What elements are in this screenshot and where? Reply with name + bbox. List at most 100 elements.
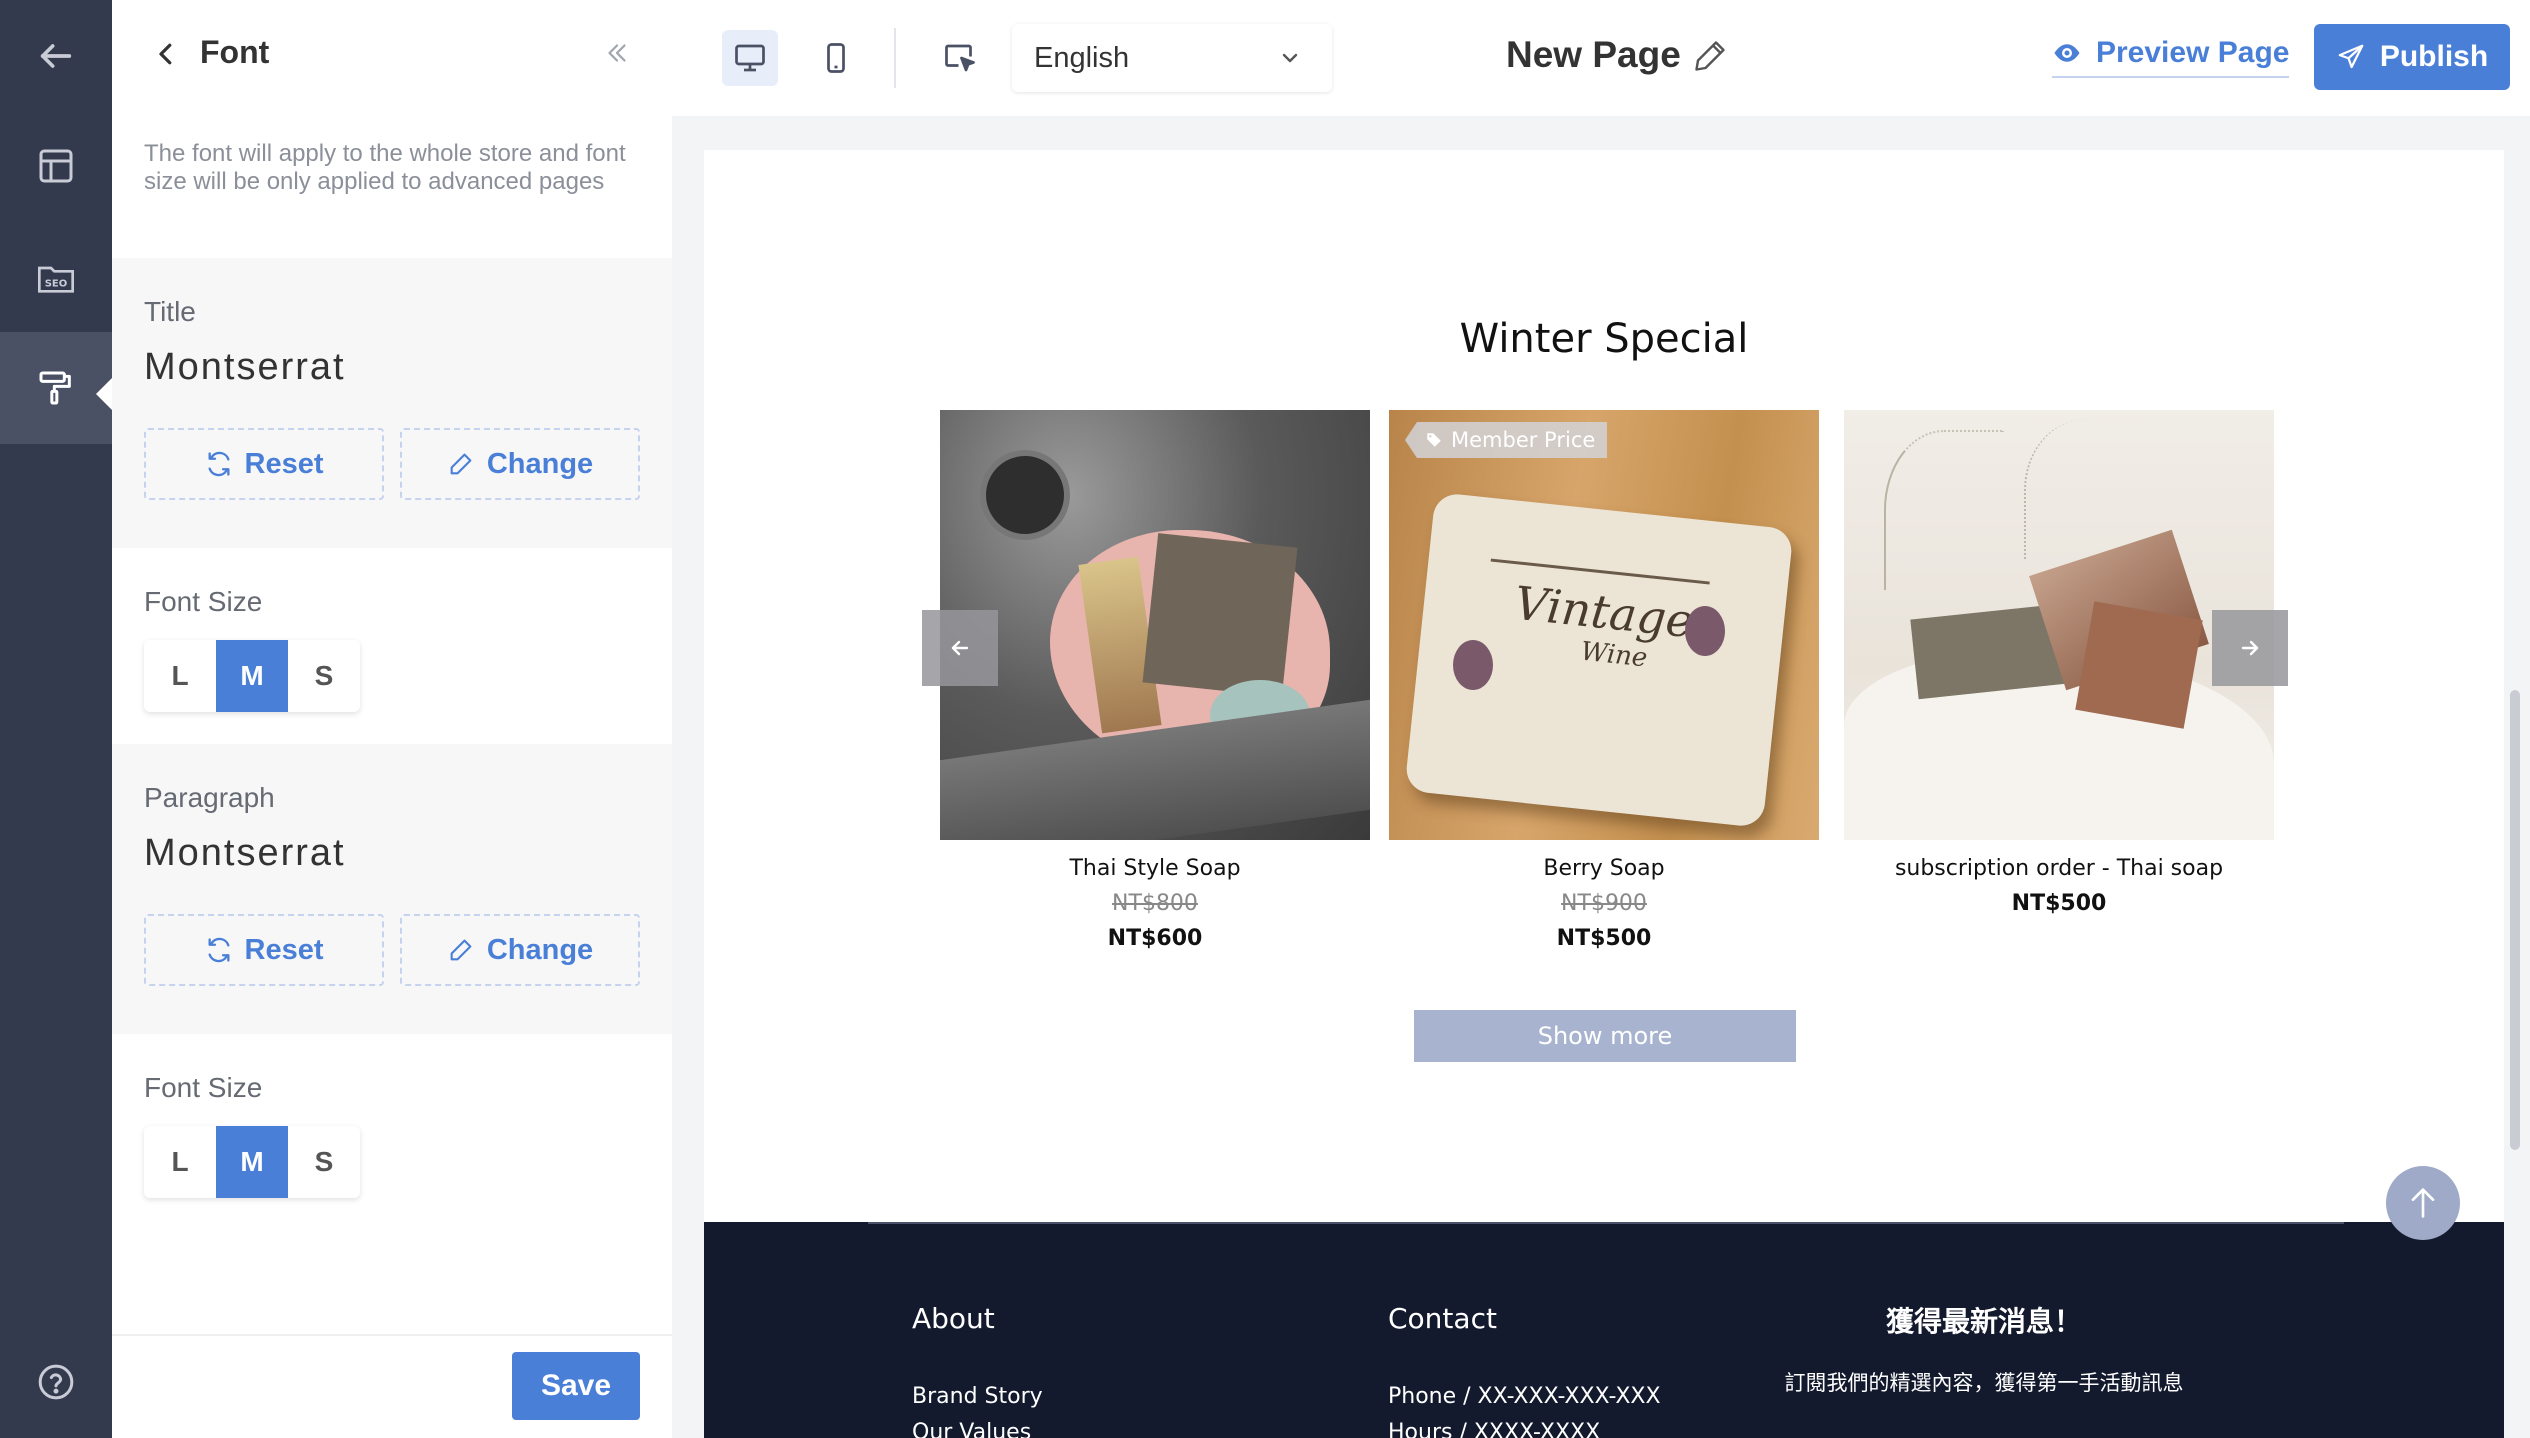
footer-contact-phone: Phone / XX-XXX-XXX-XXX: [1388, 1384, 1661, 1409]
title-reset-button[interactable]: Reset: [144, 428, 384, 500]
product-name: Berry Soap: [1543, 856, 1665, 881]
product-image[interactable]: [940, 410, 1370, 840]
scroll-to-top-button[interactable]: [2386, 1166, 2460, 1240]
active-pointer: [96, 378, 112, 410]
paragraph-reset-button[interactable]: Reset: [144, 914, 384, 986]
canvas-scrollbar[interactable]: [2510, 690, 2520, 1150]
paragraph-font-name: Montserrat: [144, 832, 346, 874]
title-change-button[interactable]: Change: [400, 428, 640, 500]
svg-text:SEO: SEO: [45, 278, 68, 289]
carousel-prev-button[interactable]: [922, 610, 998, 686]
page-name: New Page: [1506, 34, 1681, 75]
title-size-label: Font Size: [144, 586, 263, 617]
mobile-icon: [827, 43, 845, 73]
rail-seo[interactable]: SEO: [0, 222, 112, 334]
language-select[interactable]: English: [1012, 24, 1332, 92]
product-card[interactable]: subscription order - Thai soap NT$500: [1844, 410, 2274, 916]
chevron-down-icon: [1282, 53, 1298, 63]
left-rail: SEO: [0, 0, 112, 1438]
pencil-icon: [450, 453, 472, 475]
title-size-l[interactable]: L: [144, 640, 216, 712]
title-size-m[interactable]: M: [216, 640, 288, 712]
double-chevron-left-icon: [608, 44, 626, 62]
panel-footer-divider: [112, 1334, 672, 1336]
seo-folder-icon: SEO: [38, 266, 74, 293]
publish-button[interactable]: Publish: [2314, 24, 2510, 90]
store-footer: About Brand Story Our Values Contact Pho…: [704, 1222, 2504, 1438]
save-button[interactable]: Save: [512, 1352, 640, 1420]
show-more-button[interactable]: Show more: [1414, 1010, 1796, 1062]
paragraph-label: Paragraph: [144, 782, 275, 813]
title-reset-label: Reset: [244, 447, 324, 480]
footer-link-our-values[interactable]: Our Values: [912, 1420, 1031, 1438]
publish-label: Publish: [2379, 40, 2489, 73]
footer-about-title: About: [912, 1302, 995, 1335]
paragraph-size-s[interactable]: S: [288, 1126, 360, 1198]
refresh-icon: [208, 451, 229, 477]
product-card[interactable]: Vintage Wine Member Price Berry Soap NT$…: [1389, 410, 1819, 951]
tag-icon: [1427, 433, 1441, 447]
pencil-icon: [450, 939, 472, 961]
paragraph-change-button[interactable]: Change: [400, 914, 640, 986]
paragraph-size-m[interactable]: M: [216, 1126, 288, 1198]
member-price-badge: Member Price: [1405, 422, 1608, 458]
product-original-price: NT$900: [1561, 891, 1647, 916]
product-name: Thai Style Soap: [1069, 856, 1241, 881]
back-button[interactable]: [0, 0, 112, 112]
product-price: NT$500: [1556, 926, 1652, 951]
paint-roller-icon: [39, 371, 71, 405]
font-settings-panel: Font The font will apply to the whole st…: [112, 0, 672, 1438]
arrow-right-icon: [2241, 640, 2259, 656]
page-preview-canvas[interactable]: Winter Special Thai Style Soap NT$800 NT…: [704, 150, 2504, 1438]
section-heading: Winter Special: [1459, 316, 1749, 362]
select-element-button[interactable]: [932, 30, 988, 86]
toolbar-divider: [894, 28, 896, 88]
preview-page-link[interactable]: Preview Page: [2052, 36, 2290, 78]
title-font-section: Title Montserrat Reset Change: [112, 258, 672, 548]
paragraph-size-l[interactable]: L: [144, 1126, 216, 1198]
panel-back-button[interactable]: [148, 36, 184, 72]
mobile-view-button[interactable]: [808, 30, 864, 86]
footer-divider: [868, 1222, 2344, 1224]
product-image[interactable]: [1844, 410, 2274, 840]
footer-newsletter-title: 獲得最新消息！: [1885, 1306, 2082, 1337]
paragraph-size-label: Font Size: [144, 1072, 263, 1103]
footer-newsletter-text: 訂閱我們的精選內容，獲得第一手活動訊息: [1784, 1372, 2184, 1395]
carousel-next-button[interactable]: [2212, 610, 2288, 686]
footer-contact-title: Contact: [1388, 1302, 1497, 1335]
title-font-name: Montserrat: [144, 346, 346, 388]
paper-plane-icon: [2338, 44, 2364, 69]
product-original-price: NT$800: [1112, 891, 1198, 916]
paragraph-font-section: Paragraph Montserrat Reset Change: [112, 744, 672, 1034]
arrow-left-icon: [951, 640, 969, 656]
desktop-view-button[interactable]: [722, 30, 778, 86]
footer-contact-hours: Hours / XXXX-XXXX: [1388, 1420, 1601, 1438]
collapse-panel-button[interactable]: [602, 38, 632, 68]
paragraph-change-label: Change: [486, 933, 594, 966]
product-image[interactable]: Vintage Wine Member Price: [1389, 410, 1819, 840]
layout-icon: [39, 149, 73, 183]
panel-title: Font: [200, 34, 270, 70]
title-change-label: Change: [486, 447, 594, 480]
paragraph-reset-label: Reset: [244, 933, 324, 966]
edit-page-name-button[interactable]: [1692, 38, 1728, 74]
refresh-icon: [208, 937, 229, 963]
eye-icon: [2054, 44, 2080, 62]
rail-layout[interactable]: [0, 110, 112, 222]
back-arrow-icon: [40, 44, 72, 68]
member-price-label: Member Price: [1451, 428, 1596, 452]
product-card[interactable]: Thai Style Soap NT$800 NT$600: [940, 410, 1370, 951]
product-price: NT$600: [1107, 926, 1203, 951]
footer-link-brand-story[interactable]: Brand Story: [912, 1384, 1043, 1409]
product-name: subscription order - Thai soap: [1894, 856, 2224, 881]
title-label: Title: [144, 296, 196, 327]
help-icon: [38, 1364, 74, 1400]
editor-toolbar: English New Page Preview Page Publish: [672, 0, 2530, 116]
title-size-s[interactable]: S: [288, 640, 360, 712]
product-price: NT$500: [2011, 891, 2107, 916]
help-button[interactable]: [0, 1326, 112, 1438]
language-value: English: [1034, 41, 1130, 74]
cursor-select-icon: [945, 44, 975, 72]
pencil-icon: [1695, 41, 1725, 71]
chevron-left-icon: [159, 43, 172, 65]
